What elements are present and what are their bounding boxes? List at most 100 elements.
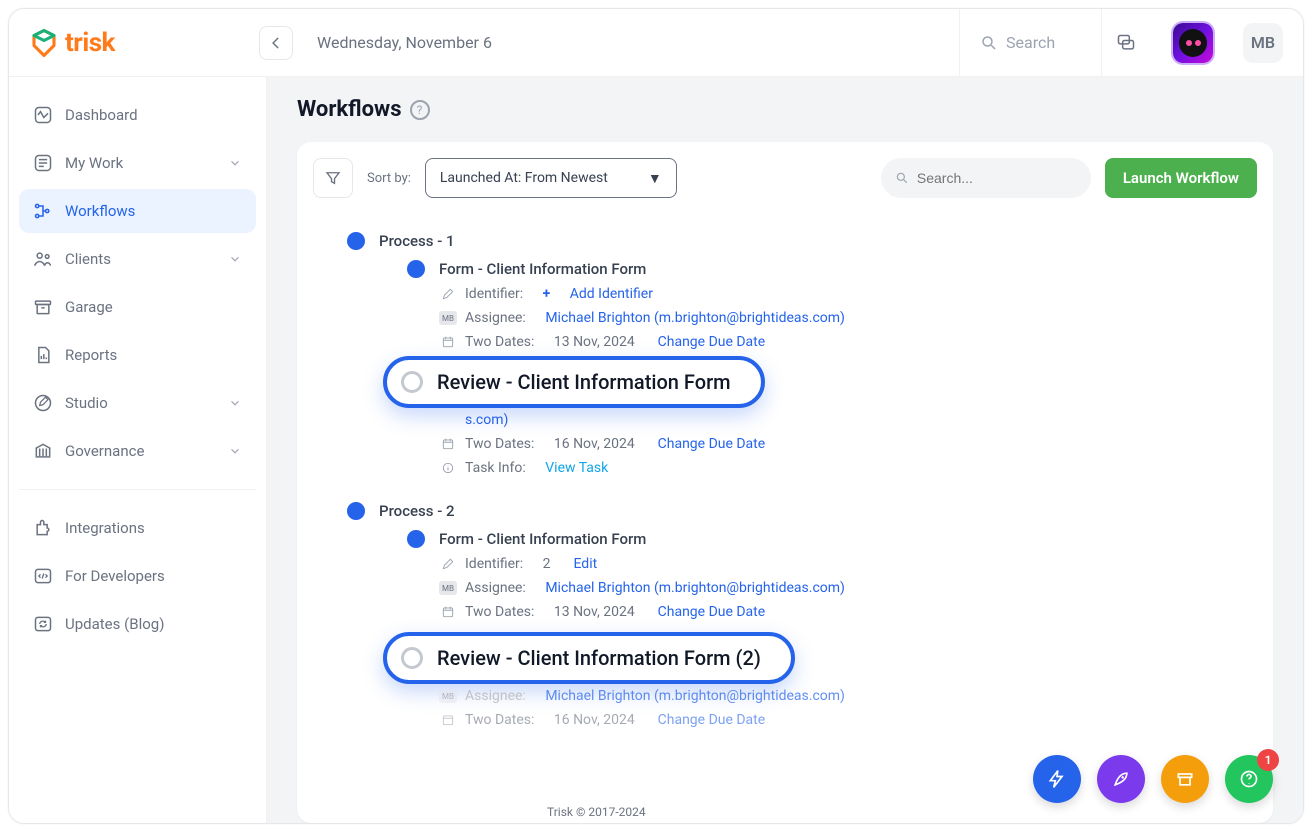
sidebar-item-label: Studio [65, 394, 108, 412]
sort-label: Sort by: [367, 171, 411, 186]
identifier-label: Identifier: [465, 286, 523, 302]
review-title: Review - Client Information Form [437, 370, 731, 394]
assignee-avatar: MB [439, 689, 457, 703]
sidebar-item-label: Integrations [65, 519, 145, 537]
workflow-list: Process - 1 Form - Client Information Fo… [297, 214, 1273, 768]
sidebar-item-label: Updates (Blog) [65, 615, 164, 633]
dates-label: Two Dates: [465, 712, 534, 728]
sidebar-item-governance[interactable]: Governance [19, 429, 256, 473]
refresh-icon [33, 614, 53, 634]
view-task-link[interactable]: View Task [545, 460, 608, 476]
fab-launch[interactable] [1097, 755, 1145, 803]
sidebar-item-label: Garage [65, 298, 113, 316]
status-dot-active [347, 232, 365, 250]
calendar-icon [439, 335, 457, 349]
fab-archive[interactable] [1161, 755, 1209, 803]
launch-workflow-button[interactable]: Launch Workflow [1105, 158, 1257, 198]
form-title: Form - Client Information Form [439, 260, 646, 278]
brand-logo[interactable]: trisk [29, 28, 229, 58]
pencil-icon [439, 287, 457, 301]
process-header[interactable]: Process - 1 [347, 232, 1253, 250]
puzzle-icon [33, 518, 53, 538]
add-identifier-link[interactable]: Add Identifier [570, 286, 653, 302]
sidebar-item-label: Governance [65, 442, 144, 460]
sort-dropdown[interactable]: Launched At: From Newest ▼ [425, 158, 677, 198]
status-dot-pending [401, 371, 423, 393]
date-value: 13 Nov, 2024 [554, 604, 635, 620]
sidebar-item-label: Workflows [65, 202, 135, 220]
sidebar-item-garage[interactable]: Garage [19, 285, 256, 329]
form-node[interactable]: Form - Client Information Form [407, 530, 1253, 548]
sidebar-item-studio[interactable]: Studio [19, 381, 256, 425]
messages-button[interactable] [1101, 9, 1149, 76]
user-avatar[interactable]: MB [1243, 23, 1283, 63]
identifier-label: Identifier: [465, 556, 523, 572]
calendar-icon [439, 437, 457, 451]
chevron-down-icon [228, 444, 242, 458]
back-button[interactable] [259, 26, 293, 60]
review-node-highlighted[interactable]: Review - Client Information Form (2) [383, 632, 795, 684]
calendar-icon [439, 605, 457, 619]
footer-copyright: Trisk © 2017-2024 [547, 805, 646, 819]
sidebar-item-integrations[interactable]: Integrations [19, 506, 256, 550]
chevron-left-icon [269, 36, 283, 50]
workflow-icon [33, 201, 53, 221]
sidebar-item-updates[interactable]: Updates (Blog) [19, 602, 256, 646]
global-search[interactable]: Search [959, 9, 1089, 76]
date-value: 16 Nov, 2024 [554, 436, 635, 452]
status-dot-active [347, 502, 365, 520]
sidebar-item-developers[interactable]: For Developers [19, 554, 256, 598]
assignee-link[interactable]: Michael Brighton (m.brighton@brightideas… [545, 580, 845, 596]
review-node-highlighted[interactable]: Review - Client Information Form [383, 356, 765, 408]
users-icon [33, 249, 53, 269]
change-due-link[interactable]: Change Due Date [658, 334, 766, 350]
change-due-link[interactable]: Change Due Date [658, 436, 766, 452]
brand-name: trisk [65, 28, 115, 58]
process-title: Process - 1 [379, 232, 455, 250]
dates-label: Two Dates: [465, 436, 534, 452]
change-due-link[interactable]: Change Due Date [658, 712, 766, 728]
fab-lightning[interactable] [1033, 755, 1081, 803]
archive-icon [1175, 769, 1195, 789]
bank-icon [33, 441, 53, 461]
chevron-down-icon [228, 156, 242, 170]
date-value: 13 Nov, 2024 [554, 334, 635, 350]
search-icon [895, 170, 909, 186]
edit-identifier-link[interactable]: Edit [573, 556, 597, 572]
fab-help[interactable]: 1 [1225, 755, 1273, 803]
plus-icon: + [543, 286, 551, 302]
assignee-link[interactable]: Michael Brighton (m.brighton@brightideas… [545, 310, 845, 326]
process-header[interactable]: Process - 2 [347, 502, 1253, 520]
sidebar-item-label: Dashboard [65, 106, 138, 124]
sidebar-item-workflows[interactable]: Workflows [19, 189, 256, 233]
list-search[interactable] [881, 158, 1091, 198]
help-button[interactable]: ? [410, 100, 430, 120]
identifier-value: 2 [543, 556, 551, 572]
pencil-icon [439, 557, 457, 571]
sidebar-item-reports[interactable]: Reports [19, 333, 256, 377]
sidebar-item-clients[interactable]: Clients [19, 237, 256, 281]
form-node[interactable]: Form - Client Information Form [407, 260, 1253, 278]
file-chart-icon [33, 345, 53, 365]
list-search-input[interactable] [917, 170, 1077, 186]
filter-button[interactable] [313, 158, 353, 198]
caret-down-icon: ▼ [648, 170, 662, 187]
pencil-icon [33, 393, 53, 413]
chevron-down-icon [228, 252, 242, 266]
status-dot-active [407, 530, 425, 548]
sidebar-item-my-work[interactable]: My Work [19, 141, 256, 185]
dates-label: Two Dates: [465, 604, 534, 620]
sort-value: Launched At: From Newest [440, 170, 608, 186]
date-value: 16 Nov, 2024 [554, 712, 635, 728]
dates-label: Two Dates: [465, 334, 534, 350]
change-due-link[interactable]: Change Due Date [658, 604, 766, 620]
notification-badge: 1 [1257, 749, 1279, 771]
brand-icon [29, 28, 59, 58]
assignee-label: Assignee: [465, 310, 526, 326]
form-title: Form - Client Information Form [439, 530, 646, 548]
assignee-avatar: MB [439, 581, 457, 595]
ai-assistant-button[interactable] [1173, 23, 1213, 63]
task-info-label: Task Info: [465, 460, 526, 476]
assignee-link[interactable]: Michael Brighton (m.brighton@brightideas… [545, 688, 845, 704]
sidebar-item-dashboard[interactable]: Dashboard [19, 93, 256, 137]
